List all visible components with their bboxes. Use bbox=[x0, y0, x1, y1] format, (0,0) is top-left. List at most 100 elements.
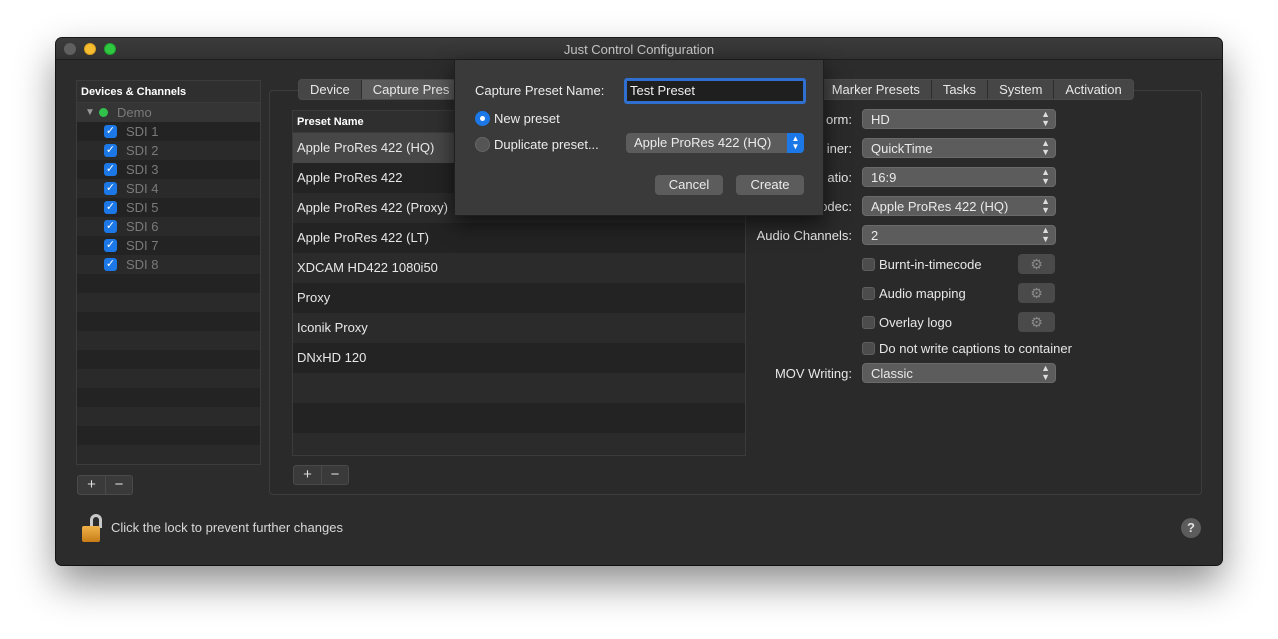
channel-checkbox[interactable]: ✓ bbox=[104, 144, 117, 157]
empty-row bbox=[293, 373, 745, 403]
disclosure-triangle-icon[interactable]: ▼ bbox=[85, 103, 95, 122]
lock-icon[interactable] bbox=[82, 514, 104, 544]
channel-row[interactable]: ✓ SDI 4 bbox=[77, 179, 260, 198]
burnt-in-timecode-label: Burnt-in-timecode bbox=[879, 257, 982, 272]
channel-row[interactable]: ✓ SDI 1 bbox=[77, 122, 260, 141]
container-label: iner: bbox=[826, 141, 852, 156]
popup-arrows-icon: ▲ ▼ bbox=[787, 133, 804, 153]
help-button[interactable]: ? bbox=[1181, 518, 1201, 538]
tab-marker-presets[interactable]: Marker Presets bbox=[821, 80, 932, 99]
audio-mapping-settings-button[interactable]: ⚙ bbox=[1018, 283, 1055, 303]
channel-name: SDI 7 bbox=[126, 238, 159, 253]
tab-device[interactable]: Device bbox=[299, 80, 362, 99]
channel-row[interactable]: ✓ SDI 3 bbox=[77, 160, 260, 179]
duplicate-preset-radio[interactable] bbox=[475, 137, 490, 152]
remove-device-button[interactable]: − bbox=[105, 476, 132, 494]
title-bar: Just Control Configuration bbox=[56, 38, 1222, 60]
presets-add-remove: + − bbox=[293, 465, 349, 485]
popup-arrows-icon: ▲ ▼ bbox=[1041, 225, 1050, 244]
channel-row[interactable]: ✓ SDI 7 bbox=[77, 236, 260, 255]
popup-arrows-icon: ▲ ▼ bbox=[1041, 363, 1050, 382]
device-name: Demo bbox=[117, 105, 152, 120]
config-window: Just Control Configuration Devices & Cha… bbox=[56, 38, 1222, 565]
cancel-button[interactable]: Cancel bbox=[655, 175, 723, 195]
popup-arrows-icon: ▲ ▼ bbox=[1041, 109, 1050, 128]
popup-arrows-icon: ▲ ▼ bbox=[1041, 167, 1050, 186]
aspect-ratio-popup[interactable]: 16:9 ▲ ▼ bbox=[862, 167, 1056, 187]
no-captions-checkbox[interactable] bbox=[862, 342, 875, 355]
preset-row[interactable]: Proxy bbox=[293, 283, 745, 313]
channel-checkbox[interactable]: ✓ bbox=[104, 220, 117, 233]
preset-row[interactable]: DNxHD 120 bbox=[293, 343, 745, 373]
channel-name: SDI 4 bbox=[126, 181, 159, 196]
tab-tasks[interactable]: Tasks bbox=[932, 80, 989, 99]
duplicate-preset-value: Apple ProRes 422 (HQ) bbox=[634, 135, 772, 150]
gear-icon: ⚙ bbox=[1030, 314, 1043, 330]
mov-writing-popup[interactable]: Classic ▲ ▼ bbox=[862, 363, 1056, 383]
overlay-logo-checkbox[interactable] bbox=[862, 316, 875, 329]
audio-mapping-label: Audio mapping bbox=[879, 286, 966, 301]
add-preset-button[interactable]: + bbox=[294, 466, 321, 484]
create-button[interactable]: Create bbox=[736, 175, 804, 195]
empty-row bbox=[77, 274, 260, 293]
channel-checkbox[interactable]: ✓ bbox=[104, 163, 117, 176]
format-value: HD bbox=[871, 112, 890, 127]
channel-checkbox[interactable]: ✓ bbox=[104, 201, 117, 214]
channel-checkbox[interactable]: ✓ bbox=[104, 258, 117, 271]
tab-activation[interactable]: Activation bbox=[1054, 80, 1132, 99]
popup-arrows-icon: ▲ ▼ bbox=[1041, 196, 1050, 215]
channel-checkbox[interactable]: ✓ bbox=[104, 125, 117, 138]
empty-row bbox=[77, 445, 260, 464]
channel-row[interactable]: ✓ SDI 5 bbox=[77, 198, 260, 217]
remove-preset-button[interactable]: − bbox=[321, 466, 348, 484]
codec-label: odec: bbox=[820, 199, 852, 214]
channel-name: SDI 1 bbox=[126, 124, 159, 139]
devices-list: Devices & Channels ▼ Demo ✓ SDI 1 ✓ SDI 2 ✓ SDI… bbox=[76, 80, 261, 465]
new-preset-radio[interactable] bbox=[475, 111, 490, 126]
tab-capture-presets[interactable]: Capture Pres bbox=[361, 80, 462, 99]
burnt-in-timecode-checkbox[interactable] bbox=[862, 258, 875, 271]
duplicate-preset-label: Duplicate preset... bbox=[494, 137, 599, 152]
aspect-ratio-value: 16:9 bbox=[871, 170, 897, 185]
overlay-logo-label: Overlay logo bbox=[879, 315, 952, 330]
capture-preset-name-label: Capture Preset Name: bbox=[475, 83, 605, 98]
duplicate-preset-popup[interactable]: Apple ProRes 422 (HQ) ▲ ▼ bbox=[626, 133, 804, 153]
empty-row bbox=[77, 369, 260, 388]
format-popup[interactable]: HD ▲ ▼ bbox=[862, 109, 1056, 129]
no-captions-label: Do not write captions to container bbox=[879, 341, 1072, 356]
tab-system[interactable]: System bbox=[988, 80, 1055, 99]
gear-icon: ⚙ bbox=[1030, 256, 1043, 272]
preset-row[interactable]: Iconik Proxy bbox=[293, 313, 745, 343]
codec-popup[interactable]: Apple ProRes 422 (HQ) ▲ ▼ bbox=[862, 196, 1056, 216]
devices-add-remove: + − bbox=[77, 475, 133, 495]
empty-row bbox=[293, 433, 745, 455]
overlay-logo-settings-button[interactable]: ⚙ bbox=[1018, 312, 1055, 332]
container-popup[interactable]: QuickTime ▲ ▼ bbox=[862, 138, 1056, 158]
capture-preset-name-field[interactable]: Test Preset bbox=[624, 78, 806, 104]
empty-row bbox=[77, 293, 260, 312]
aspect-ratio-label: atio: bbox=[827, 170, 852, 185]
channel-checkbox[interactable]: ✓ bbox=[104, 182, 117, 195]
new-preset-label: New preset bbox=[494, 111, 560, 126]
empty-row bbox=[77, 426, 260, 445]
burnt-in-timecode-settings-button[interactable]: ⚙ bbox=[1018, 254, 1055, 274]
channel-row[interactable]: ✓ SDI 2 bbox=[77, 141, 260, 160]
channel-row[interactable]: ✓ SDI 6 bbox=[77, 217, 260, 236]
channel-name: SDI 6 bbox=[126, 219, 159, 234]
audio-channels-popup[interactable]: 2 ▲ ▼ bbox=[862, 225, 1056, 245]
channel-checkbox[interactable]: ✓ bbox=[104, 239, 117, 252]
empty-row bbox=[77, 312, 260, 331]
preset-row[interactable]: Apple ProRes 422 (LT) bbox=[293, 223, 745, 253]
audio-channels-label: Audio Channels: bbox=[756, 228, 852, 243]
window-title: Just Control Configuration bbox=[563, 42, 715, 57]
empty-row bbox=[293, 403, 745, 433]
audio-channels-value: 2 bbox=[871, 228, 879, 243]
audio-mapping-checkbox[interactable] bbox=[862, 287, 875, 300]
add-device-button[interactable]: + bbox=[78, 476, 105, 494]
channel-row[interactable]: ✓ SDI 8 bbox=[77, 255, 260, 274]
new-preset-sheet: Capture Preset Name: Test Preset New pre… bbox=[454, 60, 824, 216]
device-group-row[interactable]: ▼ Demo bbox=[77, 103, 260, 122]
preset-row[interactable]: XDCAM HD422 1080i50 bbox=[293, 253, 745, 283]
mov-writing-label: MOV Writing: bbox=[774, 366, 852, 381]
popup-arrows-icon: ▲ ▼ bbox=[1041, 138, 1050, 157]
